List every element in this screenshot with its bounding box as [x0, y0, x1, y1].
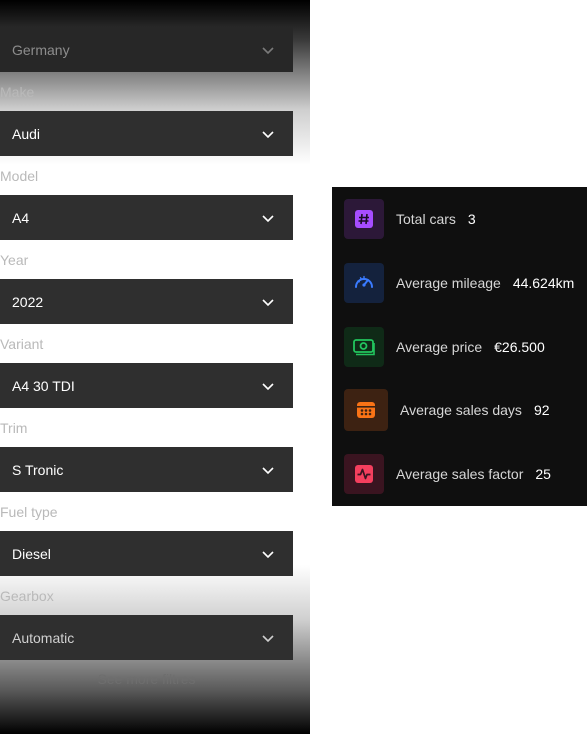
stats-card: Total cars 3 Average mileage 44.624km Av… — [332, 187, 587, 506]
make-select[interactable]: Audi — [0, 111, 293, 156]
stat-value: 25 — [535, 466, 551, 482]
speedometer-icon — [344, 263, 384, 303]
fuel-type-select[interactable]: Diesel — [0, 531, 293, 576]
gearbox-select[interactable]: Automatic — [0, 615, 293, 660]
hash-icon — [344, 199, 384, 239]
gearbox-select-value: Automatic — [12, 629, 75, 646]
variant-select-value: A4 30 TDI — [12, 377, 75, 394]
pulse-icon — [344, 454, 384, 494]
country-select-value: Germany — [12, 41, 70, 58]
chevron-down-icon — [262, 550, 274, 558]
stat-value: 44.624km — [512, 275, 575, 291]
stat-value: 3 — [467, 211, 476, 227]
model-label: Model — [0, 168, 39, 184]
stat-average-sales-days: Average sales days 92 — [344, 389, 550, 431]
stat-total-cars: Total cars 3 — [344, 199, 476, 239]
calendar-icon — [344, 389, 388, 431]
stat-label: Average sales factor — [396, 466, 524, 482]
stat-label: Average mileage — [396, 275, 501, 291]
make-select-value: Audi — [12, 125, 41, 142]
stat-average-sales-factor: Average sales factor 25 — [344, 454, 551, 494]
stat-value: 92 — [533, 402, 550, 418]
variant-label: Variant — [0, 336, 44, 352]
trim-label: Trim — [0, 420, 28, 436]
model-select[interactable]: A4 — [0, 195, 293, 240]
cash-icon — [344, 327, 384, 367]
model-select-value: A4 — [12, 209, 30, 226]
chevron-down-icon — [262, 46, 274, 54]
stat-average-price: Average price €26.500 — [344, 327, 545, 367]
chevron-down-icon — [262, 466, 274, 474]
trim-select[interactable]: S Tronic — [0, 447, 293, 492]
chevron-down-icon — [262, 130, 274, 138]
stat-value: €26.500 — [494, 339, 545, 355]
stat-label: Average price — [396, 339, 483, 355]
chevron-down-icon — [262, 382, 274, 390]
gearbox-label: Gearbox — [0, 588, 54, 604]
make-label: Make — [0, 84, 35, 100]
chevron-down-icon — [262, 214, 274, 222]
chevron-down-icon — [262, 298, 274, 306]
fuel-type-select-value: Diesel — [12, 545, 51, 562]
year-label: Year — [0, 252, 29, 268]
stat-label: Total cars — [396, 211, 456, 227]
year-select[interactable]: 2022 — [0, 279, 293, 324]
stat-average-mileage: Average mileage 44.624km — [344, 263, 574, 303]
variant-select[interactable]: A4 30 TDI — [0, 363, 293, 408]
filter-panel: Germany Make Audi Model A4 Year 2022 Var… — [0, 0, 310, 734]
year-select-value: 2022 — [12, 293, 44, 310]
fuel-type-label: Fuel type — [0, 504, 58, 520]
trim-select-value: S Tronic — [12, 461, 64, 478]
stat-label: Average sales days — [400, 402, 522, 418]
see-more-filters-link[interactable]: See more filtres — [0, 671, 293, 687]
chevron-down-icon — [262, 634, 274, 642]
country-select[interactable]: Germany — [0, 27, 293, 72]
